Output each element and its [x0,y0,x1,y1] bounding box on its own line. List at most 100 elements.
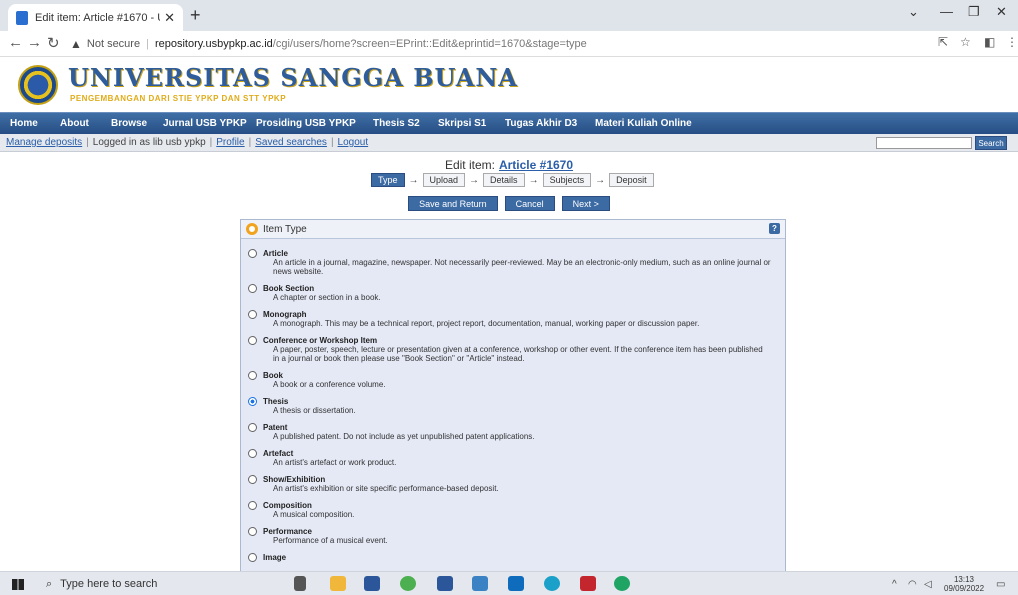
item-type-option[interactable]: Conference or Workshop Item A paper, post… [241,336,785,363]
arrow-icon: → [528,174,539,186]
chrome-icon[interactable] [400,576,416,591]
page-title: Edit item: Article #1670 [0,158,1018,172]
panel-title: Item Type [263,224,307,235]
item-type-radio[interactable] [248,553,257,562]
office-icon[interactable] [580,576,596,591]
workflow-stages: Type → Upload → Details → Subjects → Dep… [371,172,654,188]
main-menu: Home About Browse Jurnal USB YPKP Prosid… [0,112,1018,134]
camera-icon[interactable] [472,576,488,591]
site-search-button[interactable]: Search [975,136,1007,150]
university-logo[interactable] [18,65,58,105]
help-icon[interactable]: ? [769,223,780,234]
bookmark-star-icon[interactable]: ☆ [960,35,971,49]
item-type-option[interactable]: Patent A published patent. Do not include… [241,423,785,441]
manage-deposits-link[interactable]: Manage deposits [6,137,82,148]
item-type-radio[interactable] [248,501,257,510]
menu-materi-kuliah[interactable]: Materi Kuliah Online [595,118,692,129]
menu-dots-icon[interactable]: ⋮ [1006,35,1018,49]
forward-icon[interactable]: → [27,34,42,51]
item-type-radio[interactable] [248,449,257,458]
item-type-option[interactable]: Composition A musical composition. [241,501,785,519]
item-type-option[interactable]: Show/Exhibition An artist's exhibition or… [241,475,785,493]
save-and-return-button[interactable]: Save and Return [408,196,498,211]
share-icon[interactable]: ⇱ [938,35,948,49]
menu-skripsi-s1[interactable]: Skripsi S1 [438,118,486,129]
menu-prosiding[interactable]: Prosiding USB YPKP [256,118,356,129]
edge-icon[interactable] [544,576,560,591]
menu-tugas-akhir[interactable]: Tugas Akhir D3 [505,118,577,129]
item-type-option[interactable]: Article An article in a journal, magazine… [241,249,785,276]
item-type-panel: Item Type ? Article An article in a journ… [240,219,786,595]
item-type-radio[interactable] [248,336,257,345]
menu-about[interactable]: About [60,118,89,129]
url-field[interactable]: ▲ Not secure | repository.usbypkp.ac.id … [70,35,587,53]
site-search-input[interactable] [876,137,972,149]
stage-subjects[interactable]: Subjects [542,173,592,187]
stage-type[interactable]: Type [371,173,405,187]
new-tab-icon[interactable]: + [190,5,201,26]
tab-search-icon[interactable]: ⌄ [908,4,919,20]
wifi-icon[interactable]: ◠ [908,579,917,590]
tab-title: Edit item: Article #1670 - Univer... [35,11,160,24]
item-type-option[interactable]: Monograph A monograph. This may be a tech… [241,310,785,328]
minimize-icon[interactable]: — [940,4,953,19]
task-view-icon[interactable] [294,576,306,591]
stage-upload[interactable]: Upload [422,173,466,187]
item-type-radio[interactable] [248,423,257,432]
clock-date: 09/09/2022 [944,584,985,593]
tab-close-icon[interactable]: ✕ [164,10,175,26]
windows-start-icon[interactable] [12,579,24,590]
taskbar-search-placeholder: Type here to search [60,578,158,590]
back-icon[interactable]: ← [8,34,23,51]
site-header: UNIVERSITAS SANGGA BUANA PENGEMBANGAN DA… [0,57,1018,112]
item-type-description: An artist's exhibition or site specific … [273,484,499,493]
menu-home[interactable]: Home [10,118,38,129]
item-type-option[interactable]: Performance Performance of a musical even… [241,527,785,545]
notification-icon[interactable]: ▭ [996,579,1005,590]
item-type-radio[interactable] [248,310,257,319]
tray-chevron-icon[interactable]: ^ [892,579,897,590]
menu-jurnal[interactable]: Jurnal USB YPKP [163,118,247,129]
word-icon[interactable] [437,576,453,591]
item-type-option[interactable]: Thesis A thesis or dissertation. [241,397,785,415]
logout-link[interactable]: Logout [338,137,369,148]
item-type-radio[interactable] [248,527,257,536]
item-type-option[interactable]: Artefact An artist's artefact or work pro… [241,449,785,467]
item-type-option[interactable]: Book A book or a conference volume. [241,371,785,389]
reload-icon[interactable]: ↻ [47,34,60,52]
taskbar-search[interactable]: ⌕ Type here to search [46,576,157,592]
item-type-option[interactable]: Image [241,553,785,562]
item-type-radio[interactable] [248,249,257,258]
cancel-button[interactable]: Cancel [504,196,555,211]
chrome-canary-icon[interactable] [614,576,630,591]
item-type-name: Monograph [263,310,307,319]
article-link[interactable]: Article #1670 [499,158,573,172]
mail-icon[interactable] [508,576,524,591]
url-host: repository.usbypkp.ac.id [154,38,273,50]
store-icon[interactable] [364,576,380,591]
stage-details[interactable]: Details [483,173,525,187]
item-type-name: Patent [263,423,288,432]
item-type-option[interactable]: Book Section A chapter or section in a bo… [241,284,785,302]
menu-browse[interactable]: Browse [111,118,147,129]
item-type-radio[interactable] [248,475,257,484]
next-button[interactable]: Next > [561,196,610,211]
stage-deposit[interactable]: Deposit [609,173,654,187]
system-clock[interactable]: 13:13 09/09/2022 [944,575,984,593]
close-window-icon[interactable]: ✕ [996,4,1007,20]
panel-bullet-icon [246,223,258,235]
browser-tab[interactable]: Edit item: Article #1670 - Univer... ✕ [8,4,183,31]
item-type-radio[interactable] [248,397,257,406]
page-favicon-icon [16,10,28,25]
restore-icon[interactable]: ❐ [968,4,980,20]
profile-link[interactable]: Profile [216,137,244,148]
item-type-radio[interactable] [248,284,257,293]
sidepanel-icon[interactable]: ◧ [984,35,995,49]
item-type-description: Performance of a musical event. [273,536,388,545]
volume-icon[interactable]: ◁ [924,579,932,590]
item-type-radio[interactable] [248,371,257,380]
item-type-name: Book Section [263,284,315,293]
file-explorer-icon[interactable] [330,576,346,591]
saved-searches-link[interactable]: Saved searches [255,137,327,148]
menu-thesis-s2[interactable]: Thesis S2 [373,118,420,129]
